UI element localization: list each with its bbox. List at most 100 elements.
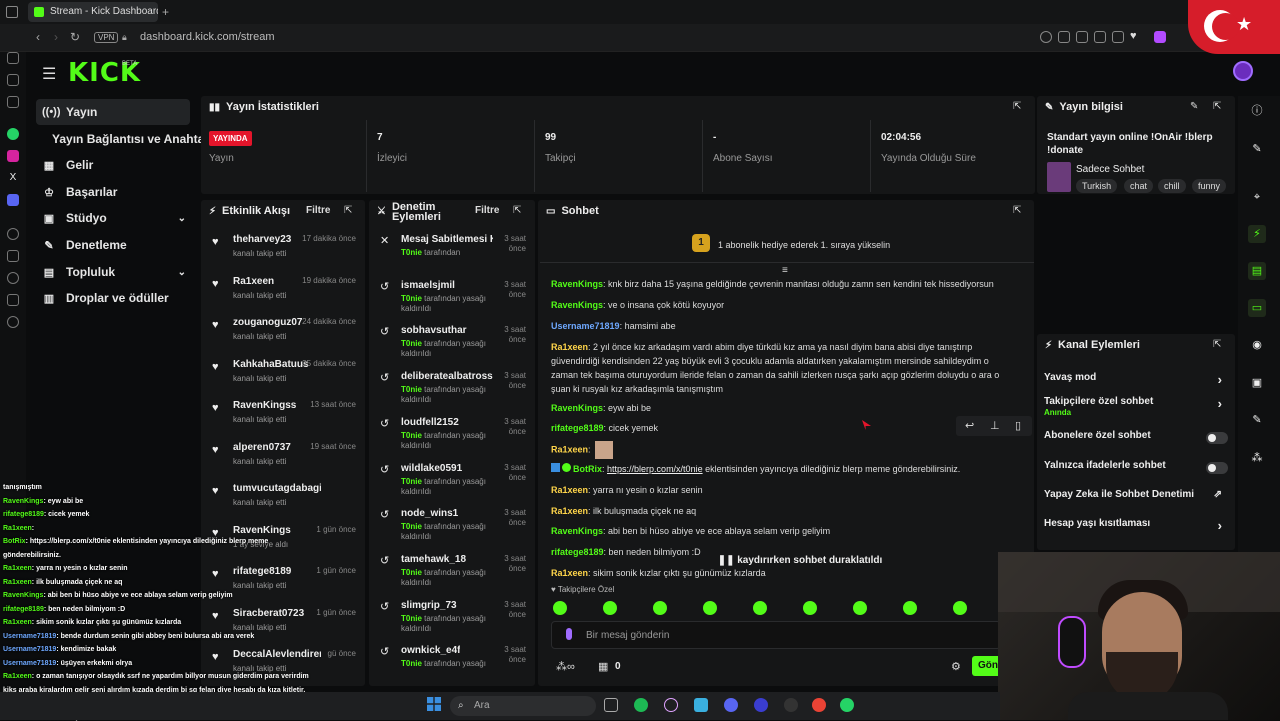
pinned-toggle-icon[interactable]: ≡ (782, 265, 788, 276)
obs-icon[interactable] (754, 698, 768, 712)
activity-user[interactable]: Siracberat0723 (233, 608, 304, 619)
app-icon[interactable] (784, 698, 798, 712)
activity-item[interactable]: ♥ zouganoguz07 24 dakika önce kanalı takip … (210, 317, 356, 361)
dashboard-icon[interactable]: ▣ (1248, 374, 1266, 392)
chat-username[interactable]: RavenKings (551, 300, 603, 310)
browser-tab[interactable]: Stream - Kick Dashboard (28, 2, 158, 22)
mod-target[interactable]: sobhavsuthar (401, 325, 467, 337)
history-icon[interactable] (7, 228, 19, 240)
chat-link[interactable]: https://blerp.com/x/t0nie (607, 464, 703, 474)
mod-target[interactable]: tamehawk_18 (401, 554, 466, 566)
tag[interactable]: chat (1124, 179, 1154, 193)
activity-user[interactable]: RavenKings (233, 525, 291, 536)
emote-icon[interactable] (653, 601, 667, 615)
channel-action-0[interactable]: Yavaş mod › (1044, 372, 1228, 392)
task-view-icon[interactable] (604, 698, 618, 712)
whatsapp-icon[interactable] (840, 698, 854, 712)
mod-target[interactable]: deliberatealbatrossud (401, 371, 493, 383)
forward-icon[interactable]: › (54, 30, 58, 44)
mod-target[interactable]: slimgrip_73 (401, 600, 457, 612)
activity-item[interactable]: ♥ tumvucutagdabagimlisidiva kanalı takip e… (210, 483, 356, 527)
mod-by[interactable]: T0nie (401, 522, 422, 531)
gift-icon[interactable]: ▦ (598, 660, 608, 673)
channel-action-2[interactable]: Abonelere özel sohbet (1044, 430, 1228, 450)
discord-icon[interactable] (7, 194, 19, 206)
channel-action-1[interactable]: Takipçilere özel sohbet Anında › (1044, 396, 1228, 417)
expand-icon[interactable]: ⇱ (1013, 205, 1021, 216)
hamburger-menu-icon[interactable]: ☰ (42, 64, 56, 84)
pin-icon[interactable]: ⊥ (990, 419, 1000, 432)
chat-bubble-icon[interactable]: ▭ (1248, 299, 1266, 317)
toggle-switch[interactable] (1206, 462, 1228, 474)
reply-icon[interactable]: ↩ (965, 419, 974, 432)
whatsapp-icon[interactable] (7, 128, 19, 140)
activity-user[interactable]: rifatege8189 (233, 566, 291, 577)
emote-icon[interactable] (903, 601, 917, 615)
focus-icon[interactable]: ⌖ (1248, 188, 1266, 206)
emote-icon[interactable] (553, 601, 567, 615)
mod-by[interactable]: T0nie (401, 614, 422, 623)
activity-item[interactable]: ♥ Ra1xeen 19 dakika önce kanalı takip etti (210, 276, 356, 320)
nav-item-yayin[interactable]: ((•)) Yayın (36, 99, 190, 125)
wallet-icon[interactable] (7, 52, 19, 64)
tag[interactable]: funny (1192, 179, 1227, 193)
social-icon[interactable] (7, 74, 19, 86)
screenshot-icon[interactable] (1076, 31, 1088, 43)
activity-user[interactable]: alperen0737 (233, 442, 291, 453)
category-name[interactable]: Sadece Sohbet (1076, 164, 1144, 175)
expand-icon[interactable]: ⇱ (1213, 339, 1221, 350)
mod-by[interactable]: T0nie (401, 294, 422, 303)
channel-action-3[interactable]: Yalnızca ifadelerle sohbet (1044, 460, 1228, 480)
mod-target[interactable]: Mesaj Sabitlemesi Kaldırıldı (401, 234, 493, 246)
extension-icon[interactable] (1154, 31, 1166, 43)
mod-target[interactable]: ismaelsjmil (401, 280, 455, 292)
emote-icon[interactable] (753, 601, 767, 615)
game-icon[interactable] (7, 96, 19, 108)
chat-username[interactable]: Ra1xeen (551, 342, 588, 352)
browser-sidebar-toggle-icon[interactable] (6, 6, 18, 18)
microphone-icon[interactable] (566, 628, 572, 640)
chat-username[interactable]: Ra1xeen (551, 444, 588, 454)
mod-by[interactable]: T0nie (401, 385, 422, 394)
new-tab-button[interactable]: + (162, 5, 169, 19)
activity-item[interactable]: ♥ KahkahaBatuus 35 dakika önce kanalı takip… (210, 359, 356, 403)
chat-paused-banner[interactable]: ❚❚ kaydırırken sohbet duraklatıldı (700, 553, 900, 569)
chat-username[interactable]: Ra1xeen (551, 485, 588, 495)
chat-username[interactable]: Ra1xeen (551, 506, 588, 516)
gift-banner[interactable]: 1 abonelik hediye ederek 1. sıraya yükse… (718, 240, 890, 250)
emote-icon[interactable] (803, 601, 817, 615)
activity-user[interactable]: Ra1xeen (233, 276, 274, 287)
cube-icon[interactable] (7, 294, 19, 306)
chrome-icon[interactable] (812, 698, 826, 712)
activity-user[interactable]: zouganoguz07 (233, 317, 302, 328)
activity-item[interactable]: ♥ theharvey23 17 dakika önce kanalı takip e… (210, 234, 356, 278)
infinity-icon[interactable]: ⁂∞ (556, 660, 575, 673)
x-icon[interactable]: X (7, 172, 19, 184)
nav-item-denetleme[interactable]: ✎ Denetleme (36, 232, 190, 258)
emote-icon[interactable] (953, 601, 967, 615)
chat-settings-icon[interactable]: ⚙ (951, 660, 961, 673)
expand-icon[interactable]: ⇱ (344, 205, 352, 216)
activity-item[interactable]: ♥ RavenKings 1 gün önce 1 ay seviye aldı (210, 525, 356, 569)
emoji-icon[interactable] (1040, 31, 1052, 43)
mod-target[interactable]: node_wins1 (401, 508, 458, 520)
mod-by[interactable]: T0nie (401, 659, 422, 668)
settings-icon[interactable] (7, 316, 19, 328)
user-avatar[interactable] (1233, 61, 1253, 81)
activity-user[interactable]: tumvucutagdabagimlisidiva (233, 483, 321, 494)
app-icon[interactable] (694, 698, 708, 712)
mod-target[interactable]: loudfell2152 (401, 417, 459, 429)
send-button[interactable]: Gön (972, 656, 1000, 676)
mod-by[interactable]: T0nie (401, 477, 422, 486)
mod-by[interactable]: T0nie (401, 568, 422, 577)
chat-username[interactable]: rifatege8189 (551, 423, 604, 433)
document-icon[interactable]: ▤ (1248, 262, 1266, 280)
emote-icon[interactable] (703, 601, 717, 615)
heart-icon[interactable]: ♥ (1130, 30, 1137, 42)
camera-icon[interactable] (1058, 31, 1070, 43)
shield-icon[interactable] (1094, 31, 1106, 43)
nav-item-droplar[interactable]: ▥ Droplar ve ödüller (36, 285, 190, 311)
mod-target[interactable]: ownkick_e4f (401, 645, 460, 657)
app-icon[interactable] (664, 698, 678, 712)
expand-icon[interactable]: ⇱ (1013, 101, 1021, 112)
